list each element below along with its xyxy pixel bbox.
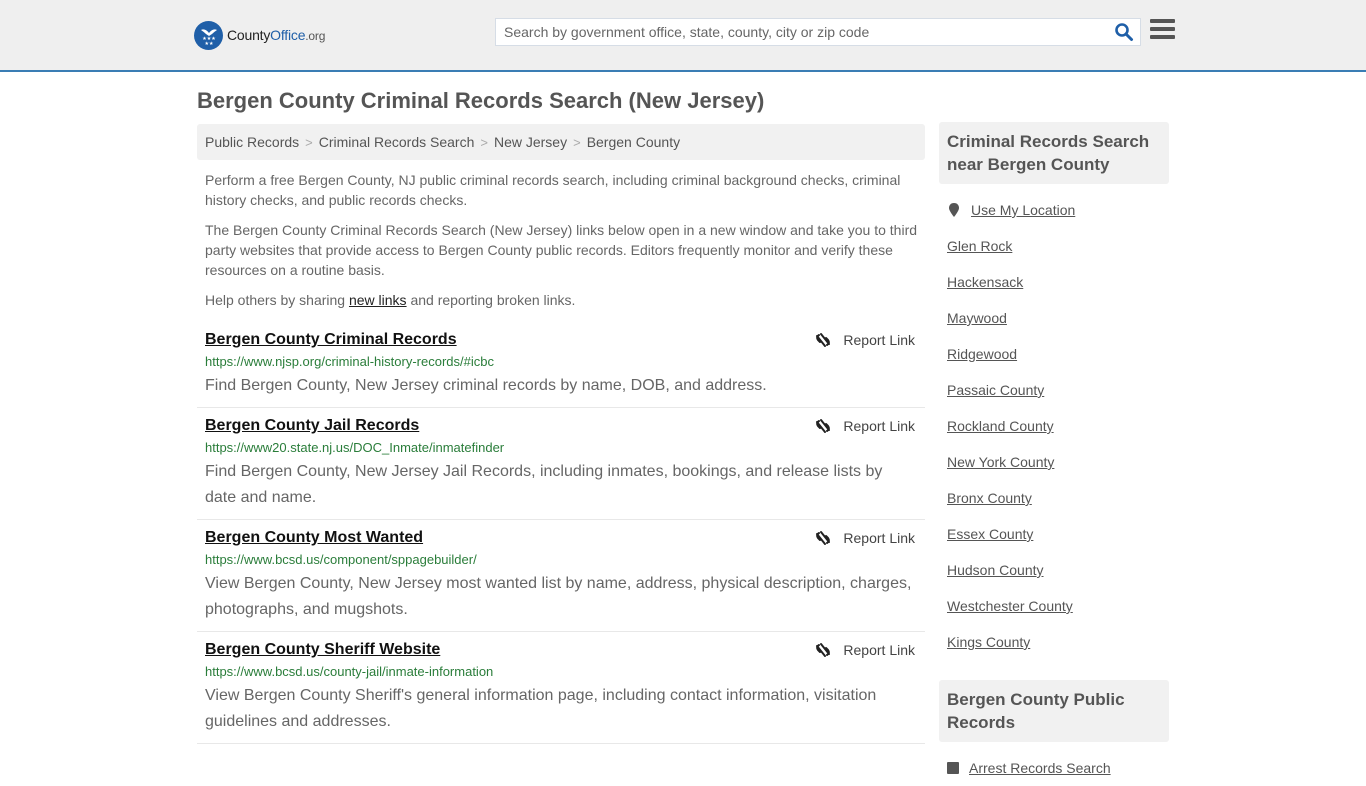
arrest-records-search-link[interactable]: Arrest Records Search <box>969 760 1111 776</box>
public-records-list: Arrest Records Search <box>939 742 1169 786</box>
broken-link-icon <box>816 333 831 347</box>
breadcrumb: Public Records > Criminal Records Search > N… <box>197 124 925 160</box>
nearby-item: New York County <box>947 444 1161 480</box>
logo-text: CountyOffice.org <box>227 27 326 43</box>
result-title-link[interactable]: Bergen County Most Wanted <box>205 529 423 547</box>
nearby-item: Maywood <box>947 300 1161 336</box>
nearby-item: Kings County <box>947 624 1161 660</box>
nearby-link-new-york-county[interactable]: New York County <box>947 454 1054 470</box>
site-header: ★★★ ★★ CountyOffice.org <box>0 0 1366 72</box>
nearby-link-essex-county[interactable]: Essex County <box>947 526 1033 542</box>
page-title: Bergen County Criminal Records Search (N… <box>197 88 765 113</box>
map-pin-icon <box>949 203 959 217</box>
nearby-item: Westchester County <box>947 588 1161 624</box>
result-url: https://www.njsp.org/criminal-history-re… <box>205 354 494 369</box>
sidebar: Criminal Records Search near Bergen Coun… <box>939 122 1169 786</box>
nearby-link-passaic-county[interactable]: Passaic County <box>947 382 1044 398</box>
breadcrumb-separator: > <box>305 135 313 150</box>
breadcrumb-separator: > <box>480 135 488 150</box>
result-url: https://www.bcsd.us/component/sppagebuil… <box>205 552 477 567</box>
result-item: Bergen County Jail Records Report Link h… <box>197 408 925 520</box>
result-description: View Bergen County Sheriff's general inf… <box>205 687 877 730</box>
nearby-link-hudson-county[interactable]: Hudson County <box>947 562 1044 578</box>
nearby-item: Hudson County <box>947 552 1161 588</box>
search-icon[interactable] <box>1114 22 1134 42</box>
nearby-item: Rockland County <box>947 408 1161 444</box>
nearby-link-glen-rock[interactable]: Glen Rock <box>947 238 1012 254</box>
nearby-link-ridgewood[interactable]: Ridgewood <box>947 346 1017 362</box>
result-item: Bergen County Most Wanted Report Link ht… <box>197 520 925 632</box>
nearby-item: Hackensack <box>947 264 1161 300</box>
result-url: https://www20.state.nj.us/DOC_Inmate/inm… <box>205 440 505 455</box>
breadcrumb-separator: > <box>573 135 581 150</box>
breadcrumb-new-jersey[interactable]: New Jersey <box>494 134 567 150</box>
result-title-link[interactable]: Bergen County Sheriff Website <box>205 641 440 659</box>
search-input[interactable] <box>496 19 1106 45</box>
search-box <box>495 18 1141 46</box>
nearby-heading: Criminal Records Search near Bergen Coun… <box>939 122 1169 184</box>
nearby-item: Essex County <box>947 516 1161 552</box>
nearby-item: Glen Rock <box>947 228 1161 264</box>
breadcrumb-bergen-county[interactable]: Bergen County <box>587 134 680 150</box>
report-link-button[interactable]: Report Link <box>815 642 915 658</box>
report-link-button[interactable]: Report Link <box>815 530 915 546</box>
result-item: Bergen County Criminal Records Report Li… <box>197 322 925 408</box>
result-item: Bergen County Sheriff Website Report Lin… <box>197 632 925 744</box>
report-link-button[interactable]: Report Link <box>815 418 915 434</box>
nearby-link-maywood[interactable]: Maywood <box>947 310 1007 326</box>
nearby-item: Bronx County <box>947 480 1161 516</box>
intro-paragraph-1: Perform a free Bergen County, NJ public … <box>205 172 901 208</box>
report-link-button[interactable]: Report Link <box>815 332 915 348</box>
use-my-location-link[interactable]: Use My Location <box>971 202 1075 218</box>
result-title-link[interactable]: Bergen County Jail Records <box>205 417 419 435</box>
nearby-link-rockland-county[interactable]: Rockland County <box>947 418 1054 434</box>
intro-text: Perform a free Bergen County, NJ public … <box>205 170 920 320</box>
result-title-link[interactable]: Bergen County Criminal Records <box>205 331 457 349</box>
eagle-logo-icon: ★★★ ★★ <box>194 20 223 50</box>
nearby-item: Ridgewood <box>947 336 1161 372</box>
nearby-link-westchester-county[interactable]: Westchester County <box>947 598 1073 614</box>
intro-paragraph-2: The Bergen County Criminal Records Searc… <box>205 222 918 278</box>
public-records-item: Arrest Records Search <box>947 750 1161 786</box>
nearby-list: Use My Location Glen Rock Hackensack May… <box>939 184 1169 660</box>
broken-link-icon <box>816 643 831 657</box>
hamburger-menu-icon[interactable] <box>1150 19 1175 41</box>
broken-link-icon <box>816 531 831 545</box>
arrest-records-icon <box>947 762 959 774</box>
result-description: View Bergen County, New Jersey most want… <box>205 575 912 618</box>
result-description: Find Bergen County, New Jersey criminal … <box>205 377 767 394</box>
nearby-link-hackensack[interactable]: Hackensack <box>947 274 1023 290</box>
broken-link-icon <box>816 419 831 433</box>
nearby-link-kings-county[interactable]: Kings County <box>947 634 1030 650</box>
public-records-heading: Bergen County Public Records <box>939 680 1169 742</box>
use-my-location-item: Use My Location <box>947 192 1161 228</box>
breadcrumb-criminal-records-search[interactable]: Criminal Records Search <box>319 134 475 150</box>
new-links-link[interactable]: new links <box>349 292 407 308</box>
nearby-link-bronx-county[interactable]: Bronx County <box>947 490 1032 506</box>
nearby-item: Passaic County <box>947 372 1161 408</box>
results-list: Bergen County Criminal Records Report Li… <box>197 322 925 744</box>
intro-paragraph-3: Help others by sharing new links and rep… <box>205 292 576 308</box>
result-url: https://www.bcsd.us/county-jail/inmate-i… <box>205 664 494 679</box>
site-logo[interactable]: ★★★ ★★ CountyOffice.org <box>194 20 325 50</box>
breadcrumb-public-records[interactable]: Public Records <box>205 134 299 150</box>
result-description: Find Bergen County, New Jersey Jail Reco… <box>205 463 883 506</box>
svg-text:★★: ★★ <box>204 41 213 46</box>
